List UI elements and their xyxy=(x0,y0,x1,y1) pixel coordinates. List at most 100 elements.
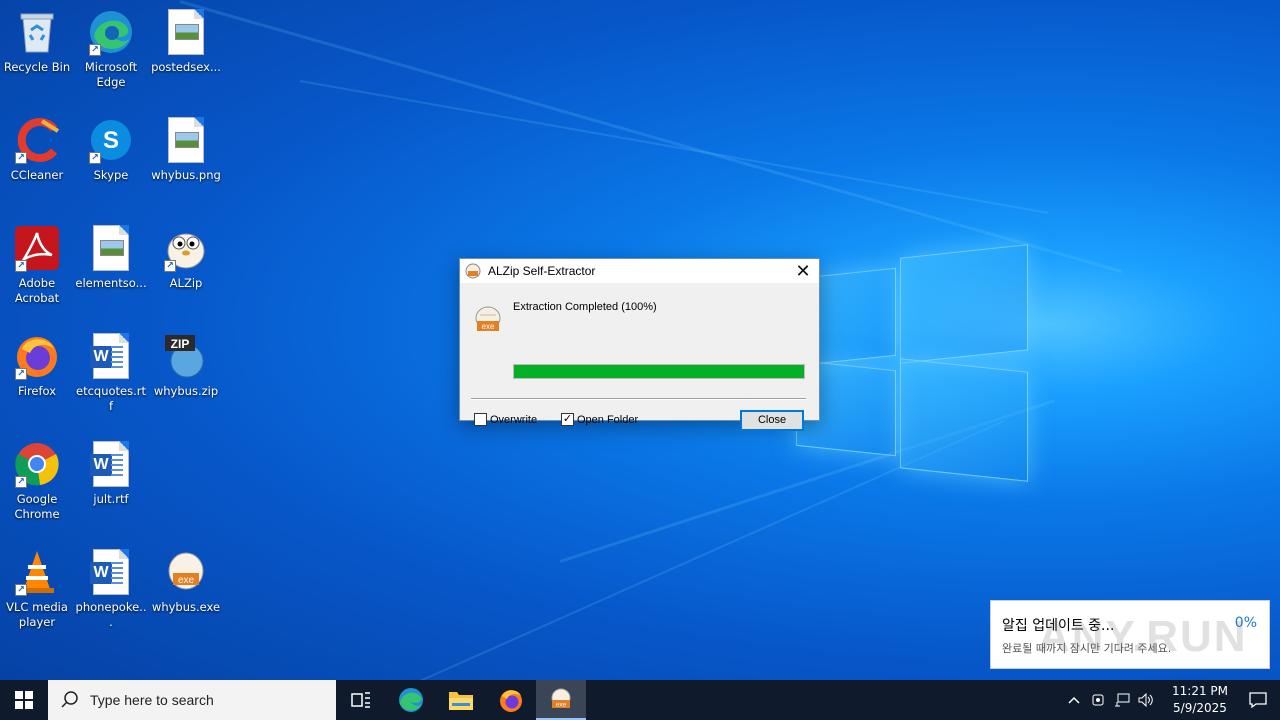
firefox-icon: ↗ xyxy=(13,332,61,380)
alzip-egg-icon: ↗ xyxy=(162,224,210,272)
recycle-bin-icon xyxy=(13,8,61,56)
shortcut-arrow-icon: ↗ xyxy=(15,152,27,164)
desktop-icon-label: phonepoke... xyxy=(75,600,147,629)
clock-time: 11:21 PM xyxy=(1172,684,1228,698)
taskbar-firefox-button[interactable] xyxy=(486,680,536,720)
chrome-icon: ↗ xyxy=(13,440,61,488)
start-button[interactable] xyxy=(0,680,48,720)
desktop-icon-label: Google Chrome xyxy=(14,492,60,521)
zip-archive-icon: ZIP xyxy=(162,332,210,380)
svg-text:S: S xyxy=(103,127,119,154)
clock-date: 5/9/2025 xyxy=(1173,701,1227,715)
desktop-icon-elementso[interactable]: elementso... xyxy=(74,224,148,291)
desktop-icon-label: elementso... xyxy=(75,276,147,290)
meet-now-icon[interactable] xyxy=(1086,680,1110,720)
taskbar-edge-button[interactable] xyxy=(386,680,436,720)
action-center-button[interactable] xyxy=(1236,680,1280,720)
desktop-icon-postedsex[interactable]: postedsex... xyxy=(149,8,223,75)
desktop-icon-label: Adobe Acrobat xyxy=(14,276,60,305)
task-view-button[interactable] xyxy=(336,680,386,720)
taskbar: Type here to search exe 11:21 PM 5/9/202… xyxy=(0,680,1280,720)
shortcut-arrow-icon: ↗ xyxy=(15,584,27,596)
desktop-icon-adobe-acrobat[interactable]: ↗ Adobe Acrobat xyxy=(0,224,74,306)
shortcut-arrow-icon: ↗ xyxy=(15,476,27,488)
svg-text:exe: exe xyxy=(482,322,495,331)
desktop-icon-label: jult.rtf xyxy=(93,492,129,506)
desktop-icon-jult-rtf[interactable]: W jult.rtf xyxy=(74,440,148,507)
shortcut-arrow-icon: ↗ xyxy=(15,260,27,272)
system-tray: 11:21 PM 5/9/2025 xyxy=(1062,680,1280,720)
extraction-progress-bar xyxy=(513,364,805,379)
desktop-icon-label: Firefox xyxy=(17,384,57,398)
anyrun-watermark: ANY.RUN xyxy=(1038,612,1248,661)
extraction-status: Extraction Completed (100%) xyxy=(513,301,657,313)
volume-icon[interactable] xyxy=(1134,680,1158,720)
dialog-body: exe Extraction Completed (100%) Overwrit… xyxy=(460,283,819,431)
taskbar-clock[interactable]: 11:21 PM 5/9/2025 xyxy=(1164,683,1236,717)
word-document-icon: W xyxy=(87,332,135,380)
exe-package-icon: exe xyxy=(475,306,501,331)
acrobat-icon: ↗ xyxy=(13,224,61,272)
alzip-exe-icon: exe xyxy=(162,548,210,596)
close-icon[interactable]: ✕ xyxy=(787,259,819,283)
desktop-icon-vlc[interactable]: ↗ VLC media player xyxy=(0,548,74,630)
desktop-icon-label: whybus.png xyxy=(151,168,221,182)
word-document-icon: W xyxy=(87,548,135,596)
overwrite-checkbox[interactable]: Overwrite xyxy=(474,413,537,426)
open-folder-checkbox[interactable]: ✓ Open Folder xyxy=(561,413,638,426)
svg-text:exe: exe xyxy=(178,575,195,586)
desktop-icon-firefox[interactable]: ↗ Firefox xyxy=(0,332,74,399)
desktop-icon-whybus-zip[interactable]: ZIP whybus.zip xyxy=(149,332,223,399)
desktop-icon-etcquotes[interactable]: W etcquotes.rtf xyxy=(74,332,148,414)
desktop-icon-label: postedsex... xyxy=(151,60,221,74)
open-folder-checkbox-box[interactable]: ✓ xyxy=(561,413,574,426)
close-button[interactable]: Close xyxy=(740,410,804,431)
overwrite-checkbox-box[interactable] xyxy=(474,413,487,426)
folder-icon xyxy=(449,692,473,710)
taskbar-search-box[interactable]: Type here to search xyxy=(48,680,336,720)
show-hidden-icons-chevron-icon[interactable] xyxy=(1062,680,1086,720)
desktop-icon-google-chrome[interactable]: ↗ Google Chrome xyxy=(0,440,74,522)
search-placeholder: Type here to search xyxy=(90,692,214,708)
taskbar-file-explorer-button[interactable] xyxy=(436,680,486,720)
taskbar-alzip-extractor-button[interactable]: exe xyxy=(536,680,586,720)
image-file-icon xyxy=(162,8,210,56)
desktop-icon-recycle-bin[interactable]: Recycle Bin xyxy=(0,8,74,75)
desktop-icon-label: whybus.zip xyxy=(153,384,219,398)
desktop-icon-label: Recycle Bin xyxy=(3,60,71,74)
desktop-icon-alzip[interactable]: ↗ ALZip xyxy=(149,224,223,291)
shortcut-arrow-icon: ↗ xyxy=(164,260,176,272)
divider xyxy=(471,398,806,400)
desktop-icon-label: ALZip xyxy=(169,276,203,290)
desktop-icon-whybus-png[interactable]: whybus.png xyxy=(149,116,223,183)
svg-text:ZIP: ZIP xyxy=(171,337,190,351)
desktop-icon-label: Skype xyxy=(93,168,129,182)
desktop-icon-label: etcquotes.rtf xyxy=(76,384,146,413)
desktop-icon-ccleaner[interactable]: ↗ CCleaner xyxy=(0,116,74,183)
alzip-self-extractor-dialog: ALZip Self-Extractor ✕ exe Extraction Co… xyxy=(459,258,820,431)
shortcut-arrow-icon: ↗ xyxy=(89,152,101,164)
image-file-icon xyxy=(162,116,210,164)
dialog-title-bar[interactable]: ALZip Self-Extractor ✕ xyxy=(460,259,819,283)
desktop-icon-microsoft-edge[interactable]: ↗ Microsoft Edge xyxy=(74,8,148,90)
desktop-icon-skype[interactable]: S ↗ Skype xyxy=(74,116,148,183)
desktop-icon-label: CCleaner xyxy=(10,168,64,182)
alzip-app-icon xyxy=(465,263,481,279)
windows-logo-wallpaper xyxy=(796,243,1028,482)
edge-icon xyxy=(399,688,423,712)
desktop-icon-label: Microsoft Edge xyxy=(84,60,138,89)
task-view-icon xyxy=(351,692,370,708)
progress-fill xyxy=(514,365,804,378)
desktop-icon-whybus-exe[interactable]: exe whybus.exe xyxy=(149,548,223,615)
dialog-title: ALZip Self-Extractor xyxy=(488,264,596,278)
open-folder-label: Open Folder xyxy=(577,413,639,426)
desktop-icon-label: whybus.exe xyxy=(151,600,221,614)
network-icon[interactable] xyxy=(1110,680,1134,720)
ccleaner-icon: ↗ xyxy=(13,116,61,164)
alzip-exe-icon: exe xyxy=(551,688,571,709)
skype-icon: S ↗ xyxy=(87,116,135,164)
desktop-icon-phonepoke[interactable]: W phonepoke... xyxy=(74,548,148,630)
shortcut-arrow-icon: ↗ xyxy=(15,368,27,380)
windows-start-icon xyxy=(15,691,33,709)
notification-icon xyxy=(1249,692,1267,708)
